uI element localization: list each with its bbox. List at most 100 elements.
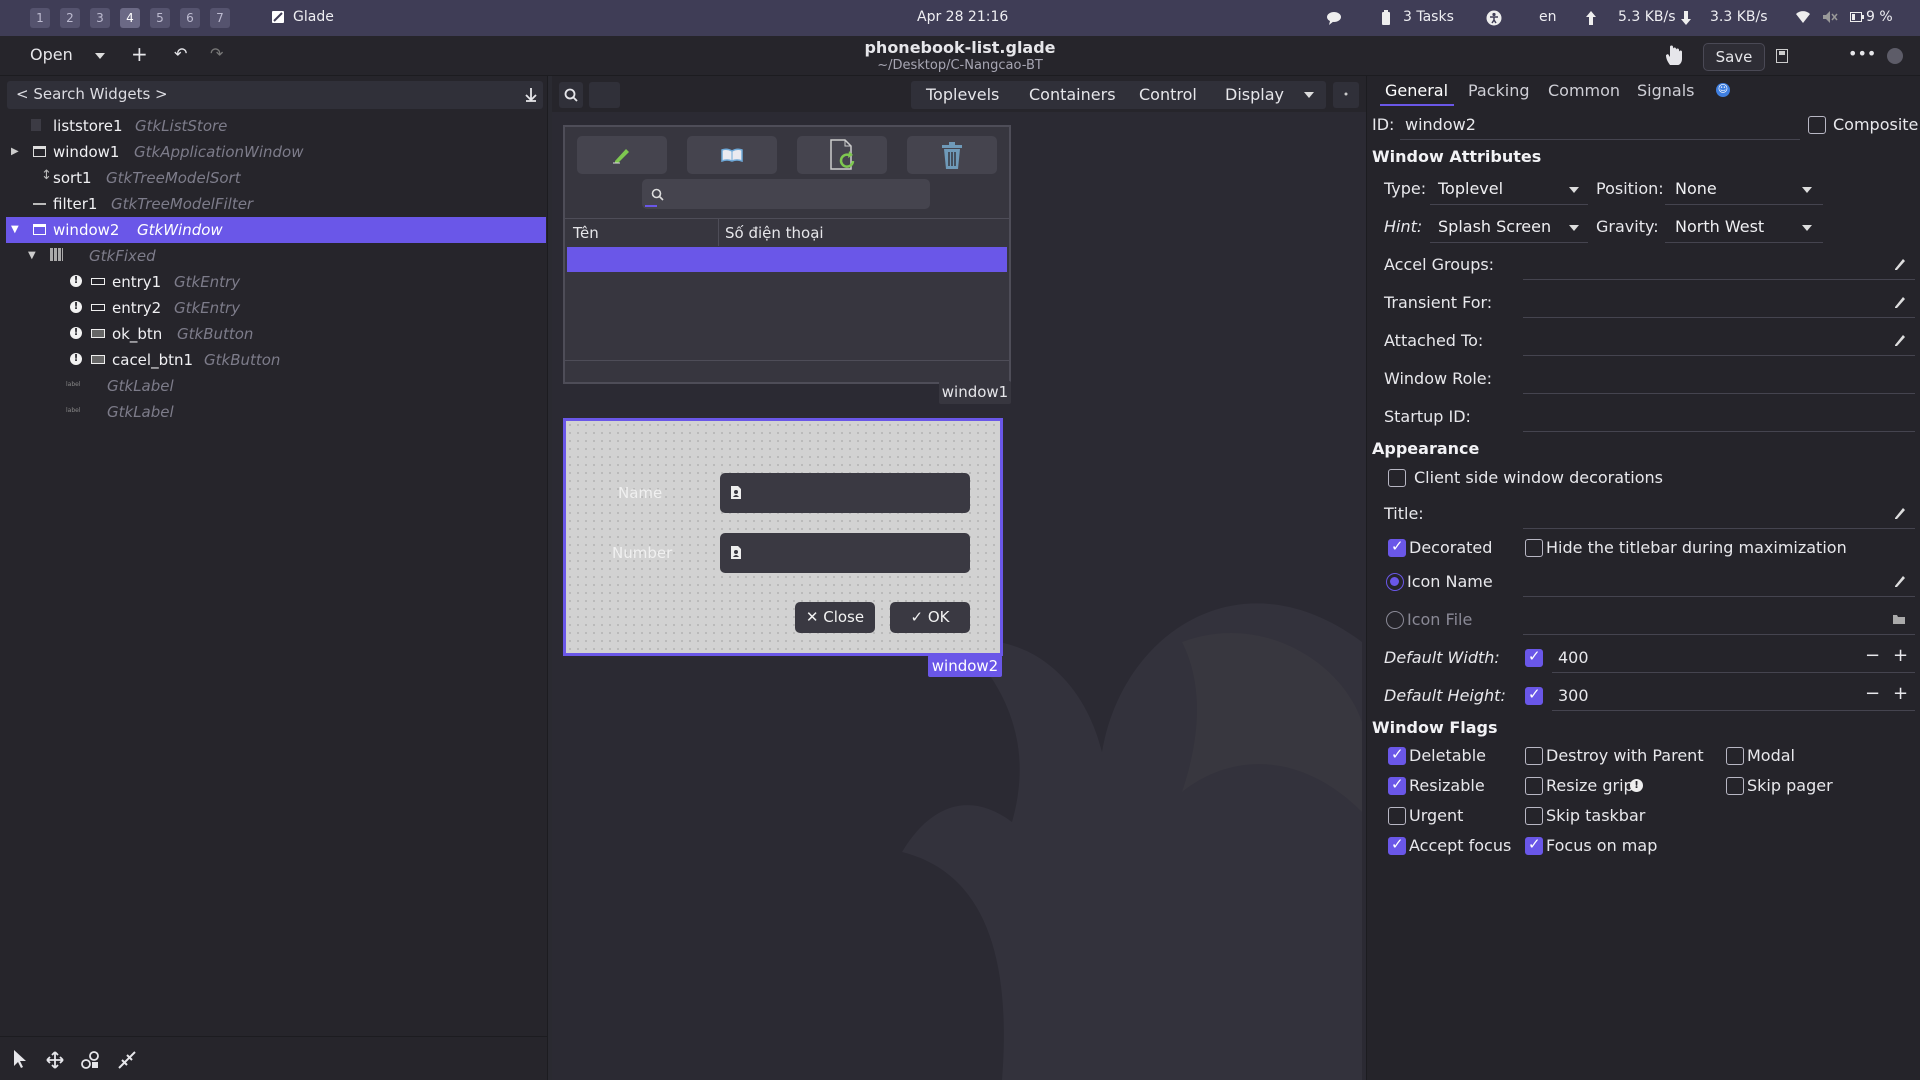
composite-checkbox[interactable] [1808,116,1826,134]
menu-icon[interactable]: ••• [1848,44,1876,63]
destroy-with-parent-checkbox[interactable] [1525,747,1543,765]
ok-button[interactable]: ✓ OK [890,602,970,633]
keyboard-layout[interactable]: en [1539,9,1557,25]
position-combo[interactable]: None [1675,179,1717,198]
deletable-checkbox[interactable] [1388,745,1406,765]
transient-for-field[interactable] [1523,317,1915,318]
workspace-4[interactable]: 4 [120,8,140,28]
tree-item-cacel-btn1[interactable]: ! cacel_btn1 GtkButton [6,347,546,373]
tasks-count[interactable]: 3 Tasks [1403,9,1454,25]
tab-common[interactable]: Common [1548,81,1620,100]
tree-item-gtklabel-2[interactable]: label GtkLabel [6,399,546,425]
type-dropdown-icon[interactable] [1569,187,1579,193]
redo-button[interactable]: ↷ [210,44,223,63]
open-button[interactable]: Open [30,45,73,64]
tree-item-entry2[interactable]: ! entry2 GtkEntry [6,295,546,321]
default-width-decrement[interactable]: − [1865,645,1880,666]
id-field[interactable]: window2 [1405,115,1476,134]
volume-muted-icon[interactable] [1822,10,1838,24]
folder-icon[interactable] [1892,614,1906,625]
pencil-icon[interactable] [1893,506,1907,520]
workspace-7[interactable]: 7 [210,8,230,28]
resize-grip-checkbox[interactable] [1525,777,1543,795]
name-entry[interactable] [720,473,970,513]
icon-name-radio[interactable] [1386,573,1404,591]
tree-item-liststore1[interactable]: liststore1 GtkListStore [6,113,546,139]
accept-focus-checkbox[interactable] [1388,835,1406,855]
collapse-arrow-icon[interactable]: ▼ [28,250,36,261]
workspace-2[interactable]: 2 [60,8,80,28]
default-height-decrement[interactable]: − [1865,683,1880,704]
workspace-5[interactable]: 5 [150,8,170,28]
tree-item-sort1[interactable]: ↕ sort1 GtkTreeModelSort [6,165,546,191]
column-header-phone[interactable]: Số điện thoại [725,224,824,242]
pencil-icon[interactable] [1893,295,1907,309]
accel-groups-field[interactable] [1523,279,1915,280]
workspace-3[interactable]: 3 [90,8,110,28]
modal-checkbox[interactable] [1726,747,1744,765]
position-dropdown-icon[interactable] [1802,187,1812,193]
pencil-icon[interactable] [1893,333,1907,347]
palette-toplevels[interactable]: Toplevels [926,85,999,115]
default-width-checkbox[interactable] [1525,647,1543,667]
accessibility-icon[interactable] [1486,10,1502,26]
gravity-dropdown-icon[interactable] [1802,225,1812,231]
save-as-icon[interactable] [1776,49,1788,63]
startup-id-field[interactable] [1523,431,1915,432]
clipboard-icon[interactable] [1381,10,1391,26]
column-header-ten[interactable]: Tên [573,224,599,242]
delete-toolbar-button[interactable] [907,136,997,174]
window-close-button[interactable] [1887,48,1903,64]
tree-item-window2[interactable]: ▼ window2 GtkWindow [6,217,546,243]
info-icon[interactable]: ! [1630,779,1643,792]
clock[interactable]: Apr 28 21:16 [917,9,1008,25]
skip-pager-checkbox[interactable] [1726,777,1744,795]
search-widgets-bar[interactable]: < Search Widgets > [7,81,543,109]
palette-control[interactable]: Control [1139,85,1197,115]
tab-signals[interactable]: Signals [1637,81,1694,100]
pencil-icon[interactable] [1893,574,1907,588]
pencil-icon[interactable] [1893,257,1907,271]
hint-combo[interactable]: Splash Screen [1438,217,1551,236]
close-button[interactable]: ✕ Close [795,602,875,633]
collapse-arrow-icon[interactable]: ▼ [11,224,19,235]
expand-arrow-icon[interactable]: ▶ [11,146,19,157]
tree-item-gtklabel-1[interactable]: label GtkLabel [6,373,546,399]
resizable-checkbox[interactable] [1388,775,1406,795]
default-height-increment[interactable]: + [1893,683,1908,704]
window2-preview[interactable]: Name Number ✕ Close ✓ OK [563,418,1003,656]
new-file-button[interactable]: + [131,42,148,66]
palette-containers[interactable]: Containers [1029,85,1116,115]
edit-toolbar-button[interactable] [577,136,667,174]
book-toolbar-button[interactable] [687,136,777,174]
open-recent-dropdown-icon[interactable] [95,53,105,59]
tab-general[interactable]: General [1385,81,1448,100]
palette-options-button[interactable] [1333,82,1359,108]
icon-file-radio[interactable] [1386,611,1404,629]
align-edit-icon[interactable] [117,1050,137,1070]
selected-table-row[interactable] [567,247,1007,272]
attached-to-field[interactable] [1523,355,1915,356]
palette-display[interactable]: Display [1225,85,1284,115]
title-field[interactable] [1523,528,1915,529]
default-height-field[interactable]: 300 [1558,686,1589,705]
default-height-checkbox[interactable] [1525,685,1543,705]
tree-item-window1[interactable]: ▶ window1 GtkApplicationWindow [6,139,546,165]
accessibility-tab-icon[interactable]: ☺ [1716,83,1730,97]
gravity-combo[interactable]: North West [1675,217,1764,236]
undo-button[interactable]: ↶ [174,44,187,63]
chat-icon[interactable] [1326,11,1342,25]
workspace-1[interactable]: 1 [30,8,50,28]
number-label[interactable]: Number [612,544,672,562]
window-role-field[interactable] [1523,393,1915,394]
skip-taskbar-checkbox[interactable] [1525,807,1543,825]
wifi-icon[interactable] [1795,10,1811,24]
refresh-toolbar-button[interactable] [797,136,887,174]
tab-packing[interactable]: Packing [1468,81,1530,100]
icon-file-field[interactable] [1523,634,1915,635]
download-arrow-icon[interactable] [525,88,537,102]
name-label[interactable]: Name [618,484,662,502]
decorated-checkbox[interactable] [1388,537,1406,557]
hide-titlebar-checkbox[interactable] [1525,539,1543,557]
type-combo[interactable]: Toplevel [1438,179,1503,198]
